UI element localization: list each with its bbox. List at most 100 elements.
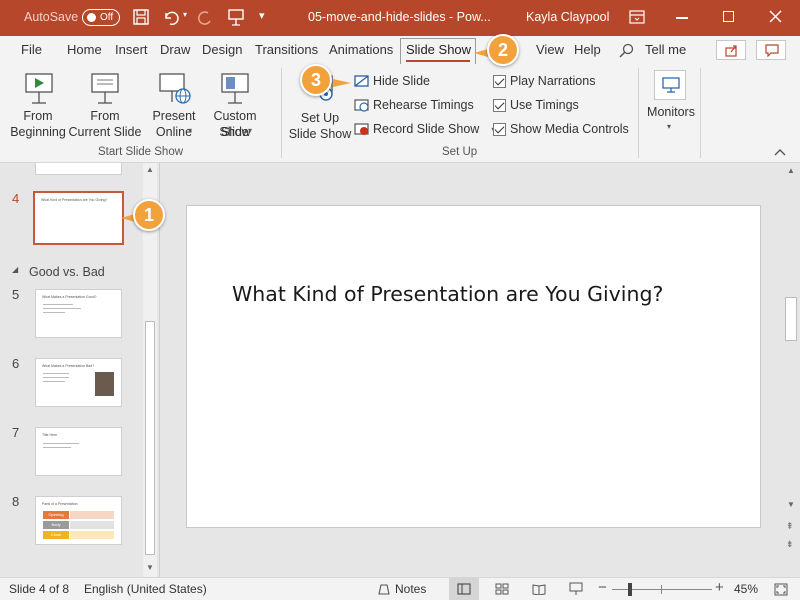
scroll-down-icon[interactable]: ▼ (787, 500, 795, 509)
from-current-line2: Current Slide (68, 125, 142, 139)
maximize-icon[interactable] (723, 11, 734, 22)
customize-toolbar-icon[interactable]: ▾ (259, 9, 265, 22)
scroll-up-icon[interactable]: ▲ (146, 165, 154, 174)
autosave-toggle[interactable]: Off (82, 9, 120, 26)
thumbnail-opening-bar (70, 511, 114, 519)
previous-slide-icon[interactable]: ⇞ (786, 521, 794, 532)
tab-view[interactable]: View (536, 42, 564, 57)
zoom-level[interactable]: 45% (734, 582, 758, 596)
autosave-label: AutoSave (24, 10, 79, 24)
slide-counter: Slide 4 of 8 (9, 582, 70, 596)
checkbox-checked-icon (493, 98, 506, 112)
normal-view-icon (457, 583, 471, 595)
record-slide-show-button[interactable]: Record Slide Show ▾ (354, 119, 495, 139)
show-media-controls-label: Show Media Controls (510, 122, 629, 136)
thumbnail-title: Title Here (42, 433, 58, 437)
thumbnail-body-bar (70, 521, 114, 529)
monitors-button[interactable]: Monitors ▾ (642, 68, 700, 142)
setup-show-line2: Slide Show (288, 127, 352, 141)
show-media-controls-checkbox[interactable]: Show Media Controls (493, 119, 629, 139)
zoom-slider-thumb[interactable] (628, 583, 632, 596)
minimize-icon[interactable] (676, 17, 688, 19)
normal-view-button[interactable] (449, 578, 479, 600)
slideshow-from-beginning-icon (25, 73, 53, 104)
slide-thumbnail-8[interactable]: Parts of a Presentation Opening Body Clo… (35, 496, 122, 545)
play-narrations-checkbox[interactable]: Play Narrations (493, 71, 595, 91)
hide-slide-button[interactable]: Hide Slide (354, 71, 430, 91)
thumbnail-title: What Kind of Presentation are You Giving… (41, 198, 108, 202)
reading-view-icon[interactable] (532, 583, 546, 595)
slide-editor: What Kind of Presentation are You Giving… (161, 163, 783, 577)
fit-to-window-icon[interactable] (774, 583, 788, 596)
present-icon[interactable] (228, 8, 244, 26)
slide-title[interactable]: What Kind of Presentation are You Giving… (232, 282, 663, 306)
present-online-button[interactable]: Present Online ▾ (148, 68, 200, 142)
autosave-state: Off (100, 12, 114, 23)
scroll-down-icon[interactable]: ▼ (146, 563, 154, 572)
tab-design[interactable]: Design (202, 42, 242, 57)
slide-show-view-icon[interactable] (569, 582, 583, 596)
share-button[interactable] (716, 40, 746, 60)
rehearse-timings-button[interactable]: Rehearse Timings (354, 95, 474, 115)
scrollbar-thumb[interactable] (785, 297, 797, 341)
tab-file[interactable]: File (21, 42, 42, 57)
from-beginning-button[interactable]: From Beginning (6, 68, 70, 142)
editor-scrollbar[interactable]: ▲ ▼ ⇞ ⇟ (783, 163, 800, 577)
tell-me-search[interactable]: Tell me (645, 42, 686, 57)
thumbnail-text-line (43, 447, 71, 448)
user-name[interactable]: Kayla Claypool (526, 10, 609, 24)
from-beginning-line1: From (23, 109, 53, 123)
custom-slide-show-button[interactable]: Custom Slide Show ▾ (198, 68, 272, 142)
group-start-slide-show-label: Start Slide Show (98, 146, 184, 158)
use-timings-checkbox[interactable]: Use Timings (493, 95, 579, 115)
zoom-out-icon[interactable]: − (598, 579, 607, 596)
slideshow-from-current-icon (91, 73, 119, 104)
section-name[interactable]: Good vs. Bad (29, 265, 105, 279)
next-slide-icon[interactable]: ⇟ (786, 539, 794, 550)
close-icon[interactable] (769, 10, 782, 23)
title-bar: AutoSave Off ▾ ▾ 05-move-and-hide-slides… (0, 0, 800, 36)
zoom-slider-track[interactable] (612, 589, 712, 590)
tab-help[interactable]: Help (574, 42, 601, 57)
tab-insert[interactable]: Insert (115, 42, 148, 57)
monitors-dropdown-icon: ▾ (667, 122, 672, 131)
notes-button[interactable]: Notes (378, 581, 426, 597)
slide-number: 4 (12, 191, 20, 206)
thumbnail-close-bar (70, 531, 114, 539)
lightbulb-search-icon (619, 43, 634, 58)
slide-thumbnail-4-selected[interactable]: What Kind of Presentation are You Giving… (33, 191, 124, 245)
undo-dropdown-icon[interactable]: ▾ (183, 10, 187, 19)
undo-icon[interactable] (162, 9, 180, 26)
slide-canvas[interactable]: What Kind of Presentation are You Giving… (186, 205, 761, 528)
callout-arrow-icon (474, 49, 488, 57)
active-tab-underline (406, 60, 470, 62)
save-icon[interactable] (133, 9, 150, 26)
tab-home[interactable]: Home (67, 42, 102, 57)
tab-transitions[interactable]: Transitions (255, 42, 318, 57)
language-indicator[interactable]: English (United States) (84, 582, 207, 596)
thumbnail-title: What Makes a Presentation Bad? (42, 364, 95, 368)
from-current-slide-button[interactable]: From Current Slide (68, 68, 142, 142)
ribbon-display-icon[interactable] (629, 10, 645, 24)
scroll-up-icon[interactable]: ▲ (787, 166, 795, 175)
collapse-ribbon-icon[interactable] (774, 148, 786, 157)
scrollbar-thumb[interactable] (145, 321, 155, 555)
notes-icon (378, 583, 390, 595)
notes-label: Notes (395, 582, 427, 596)
slide-thumbnail-5[interactable]: What Makes a Presentation Good? (35, 289, 122, 338)
slide-thumbnail-partial[interactable] (35, 163, 122, 175)
slide-thumbnail-7[interactable]: Title Here (35, 427, 122, 476)
thumbnail-text-line (43, 377, 69, 378)
tab-animations[interactable]: Animations (329, 42, 393, 57)
section-collapse-icon[interactable]: ◢ (12, 265, 18, 274)
zoom-in-icon[interactable]: + (715, 579, 724, 596)
comments-button[interactable] (756, 40, 786, 60)
redo-icon[interactable] (196, 9, 214, 26)
tab-draw[interactable]: Draw (160, 42, 190, 57)
thumbnail-body-block: Body (43, 521, 69, 529)
slide-thumbnail-6[interactable]: What Makes a Presentation Bad? (35, 358, 122, 407)
from-current-line1: From (90, 109, 120, 123)
tab-slide-show[interactable]: Slide Show (406, 42, 471, 57)
toggle-knob (87, 13, 96, 22)
slide-sorter-icon[interactable] (495, 583, 509, 595)
